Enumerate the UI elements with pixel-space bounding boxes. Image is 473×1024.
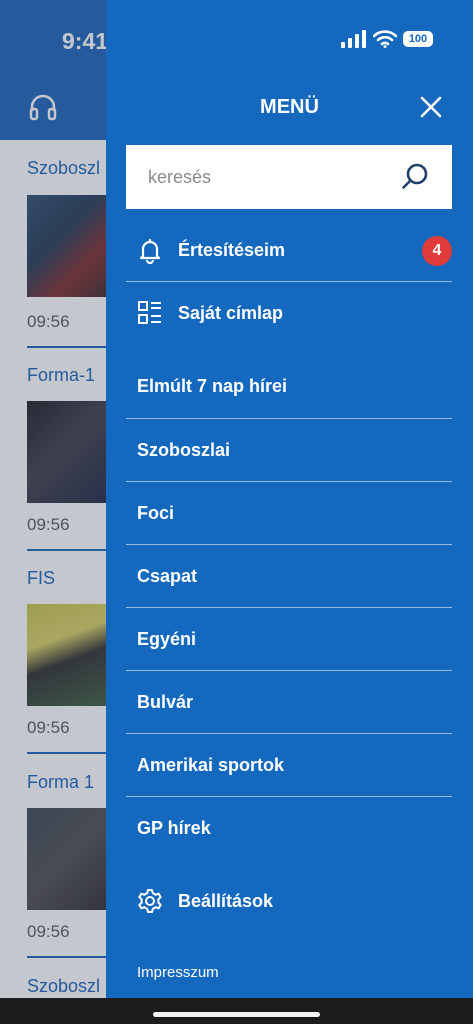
search-icon[interactable]: [400, 162, 430, 192]
search-input[interactable]: [146, 165, 390, 189]
gear-icon: [138, 889, 162, 913]
wifi-icon: [373, 30, 397, 48]
menu-item-label: Bulvár: [137, 691, 194, 712]
menu-item-label: Szoboszlai: [137, 439, 231, 460]
menu-title: MENÜ: [260, 96, 319, 118]
menu-item-label: Értesítéseim: [178, 239, 286, 260]
menu-item-notifications[interactable]: Értesítéseim 4: [126, 219, 452, 281]
battery-icon: 100: [403, 31, 433, 47]
home-indicator[interactable]: [153, 1012, 320, 1017]
menu-item-szoboszlai[interactable]: Szoboszlai: [126, 419, 452, 481]
notification-count-badge: 4: [422, 236, 452, 266]
menu-item-last-7-days[interactable]: Elmúlt 7 nap hírei: [126, 355, 452, 417]
menu-item-label: Elmúlt 7 nap hírei: [137, 375, 288, 396]
menu-item-label: GP hírek: [137, 817, 211, 838]
menu-item-label: Saját címlap: [178, 302, 284, 323]
menu-item-amerikai-sportok[interactable]: Amerikai sportok: [126, 734, 452, 796]
menu-item-my-homepage[interactable]: Saját címlap: [126, 282, 452, 344]
impresszum-link[interactable]: Impresszum: [137, 964, 219, 981]
close-icon[interactable]: [419, 95, 443, 119]
cellular-signal-icon: [341, 30, 366, 48]
menu-item-foci[interactable]: Foci: [126, 482, 452, 544]
menu-item-label: Csapat: [137, 565, 198, 586]
layout-list-icon: [138, 301, 161, 324]
status-icons: 100: [341, 30, 433, 48]
menu-item-label: Beállítások: [178, 890, 274, 911]
search-box: [126, 145, 452, 209]
menu-item-settings[interactable]: Beállítások: [126, 870, 452, 932]
menu-item-egyeni[interactable]: Egyéni: [126, 608, 452, 670]
menu-item-label: Foci: [137, 502, 175, 523]
bell-icon: [139, 238, 161, 264]
menu-item-label: Egyéni: [137, 628, 197, 649]
menu-item-gp-hirek[interactable]: GP hírek: [126, 797, 452, 859]
menu-item-label: Amerikai sportok: [137, 754, 285, 775]
side-menu-drawer: 100 MENÜ Értesítéseim 4 Saját címlap Elm…: [106, 0, 473, 998]
bottom-bar: [0, 998, 473, 1024]
menu-item-bulvar[interactable]: Bulvár: [126, 671, 452, 733]
menu-item-csapat[interactable]: Csapat: [126, 545, 452, 607]
